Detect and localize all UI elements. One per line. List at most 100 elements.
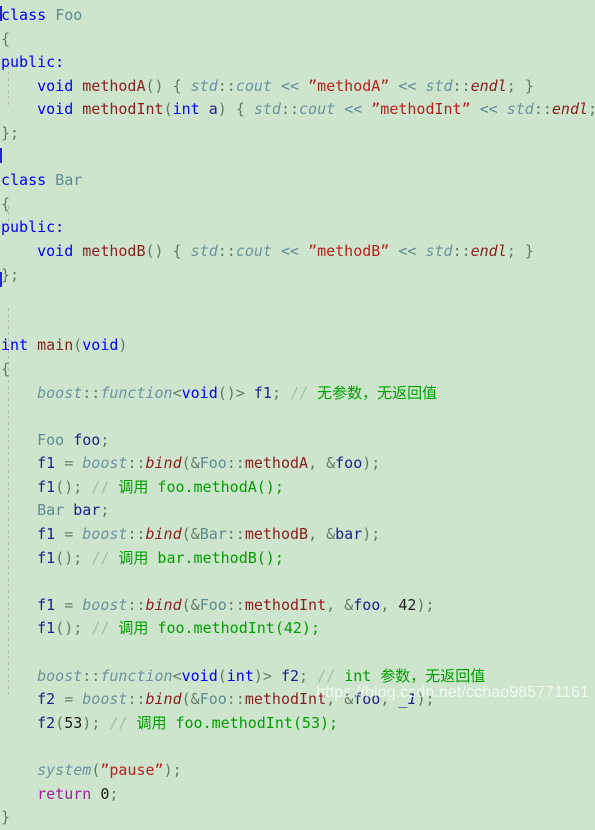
code-line[interactable]: f1 = boost::bind(&Foo::methodA, &foo); bbox=[0, 452, 595, 476]
keyword-return: return bbox=[37, 784, 92, 803]
code-line-blank[interactable] bbox=[0, 641, 595, 665]
shift-operator: << bbox=[344, 100, 363, 119]
code-line-blank[interactable] bbox=[0, 287, 595, 311]
code-line[interactable]: Bar bar; bbox=[0, 499, 595, 523]
function-name: methodA bbox=[82, 76, 146, 95]
namespace-boost: boost bbox=[37, 666, 83, 685]
function-bind: bind bbox=[145, 595, 182, 614]
scope-operator: :: bbox=[226, 525, 245, 544]
keyword-void: void bbox=[82, 336, 119, 355]
comma: , bbox=[326, 690, 336, 709]
scope-operator: :: bbox=[217, 241, 236, 260]
address-of-operator: & bbox=[344, 595, 354, 614]
shift-operator: << bbox=[280, 241, 300, 260]
parens: () bbox=[217, 383, 236, 402]
change-bar-marker bbox=[0, 148, 2, 163]
code-line[interactable]: public: bbox=[0, 216, 595, 240]
code-line[interactable]: system(”pause”); bbox=[0, 759, 595, 783]
paren-open: ( bbox=[91, 761, 101, 779]
comment-text: 调用 foo.methodA(); bbox=[118, 477, 284, 496]
assign-operator: = bbox=[64, 690, 74, 709]
code-line[interactable]: Foo foo; bbox=[0, 429, 595, 453]
comment-slashes: // bbox=[317, 666, 336, 685]
variable-f1: f1 bbox=[37, 477, 56, 496]
code-line-blank[interactable] bbox=[0, 570, 595, 594]
brace-open: { bbox=[1, 29, 11, 48]
code-line[interactable]: { bbox=[0, 28, 595, 52]
address-of-operator: & bbox=[190, 525, 200, 544]
comment-slashes: // bbox=[91, 548, 110, 567]
brace-open: { bbox=[1, 359, 11, 378]
brace-open: { bbox=[172, 241, 182, 260]
semicolon: ; bbox=[73, 477, 83, 496]
bind-placeholder: _1 bbox=[398, 690, 417, 709]
code-line[interactable]: f1(); // 调用 foo.methodInt(42); bbox=[0, 617, 595, 641]
scope-operator: :: bbox=[82, 383, 101, 402]
code-line[interactable]: void methodB() { std::cout << ”methodB” … bbox=[0, 240, 595, 264]
code-line[interactable]: f1(); // 调用 foo.methodA(); bbox=[0, 476, 595, 500]
code-line[interactable]: } bbox=[0, 806, 595, 830]
change-bar-marker bbox=[0, 6, 2, 21]
code-line-blank[interactable] bbox=[0, 405, 595, 429]
namespace-std: std bbox=[425, 241, 453, 260]
code-line[interactable]: class Foo bbox=[0, 4, 595, 28]
code-line[interactable]: boost::function<void(int)> f2; // int 参数… bbox=[0, 665, 595, 689]
type-name-foo: Foo bbox=[37, 430, 65, 449]
code-line[interactable]: void methodA() { std::cout << ”methodA” … bbox=[0, 75, 595, 99]
method-name: methodB bbox=[244, 525, 309, 544]
function-system: system bbox=[37, 761, 92, 779]
shift-operator: << bbox=[479, 100, 498, 119]
semicolon: ; bbox=[100, 501, 110, 520]
code-line-blank[interactable] bbox=[0, 735, 595, 759]
code-line[interactable]: f1 = boost::bind(&Foo::methodInt, &foo, … bbox=[0, 594, 595, 618]
assign-operator: = bbox=[64, 454, 74, 473]
function-bind: bind bbox=[145, 454, 182, 473]
code-line[interactable]: class Bar bbox=[0, 169, 595, 193]
code-line[interactable]: void methodInt(int a) { std::cout << ”me… bbox=[0, 98, 595, 122]
namespace-std: std bbox=[506, 100, 534, 119]
code-line[interactable]: f1(); // 调用 bar.methodB(); bbox=[0, 547, 595, 571]
parens: () bbox=[55, 619, 74, 638]
code-line[interactable]: boost::function<void()> f1; // 无参数，无返回值 bbox=[0, 382, 595, 406]
semicolon: ; bbox=[271, 383, 281, 402]
semicolon: ; bbox=[371, 525, 381, 544]
brace-close: } bbox=[1, 808, 11, 827]
code-line[interactable]: int main(void) bbox=[0, 334, 595, 358]
code-line-blank[interactable] bbox=[0, 146, 595, 170]
code-line[interactable]: }; bbox=[0, 264, 595, 288]
comment-text: int 参数，无返回值 bbox=[344, 666, 486, 685]
number-literal: 0 bbox=[100, 784, 110, 803]
paren-open: ( bbox=[181, 690, 191, 709]
code-line[interactable]: f2(53); // 调用 foo.methodInt(53); bbox=[0, 712, 595, 736]
code-line[interactable]: { bbox=[0, 358, 595, 382]
method-name: methodInt bbox=[244, 690, 327, 709]
namespace-boost: boost bbox=[82, 595, 128, 614]
address-of-operator: & bbox=[190, 595, 200, 614]
member-endl: endl bbox=[551, 100, 589, 119]
semicolon: ; bbox=[506, 241, 516, 260]
parens: () bbox=[55, 548, 74, 567]
function-bind: bind bbox=[145, 690, 182, 709]
type-name-foo: Foo bbox=[199, 454, 227, 473]
code-line[interactable]: f1 = boost::bind(&Bar::methodB, &bar); bbox=[0, 523, 595, 547]
code-line[interactable]: }; bbox=[0, 122, 595, 146]
semicolon: ; bbox=[425, 690, 435, 709]
code-line[interactable]: { bbox=[0, 193, 595, 217]
type-name-foo: Foo bbox=[199, 690, 227, 709]
code-line[interactable]: f2 = boost::bind(&Foo::methodInt, &foo, … bbox=[0, 688, 595, 712]
keyword-void: void bbox=[181, 666, 218, 685]
paren-close: ) bbox=[82, 713, 92, 732]
template-function: function bbox=[100, 383, 173, 402]
semicolon: ; bbox=[73, 548, 83, 567]
comment-slashes: // bbox=[109, 713, 128, 732]
code-editor-surface[interactable]: class Foo { public: void methodA() { std… bbox=[0, 0, 595, 826]
paren-open: ( bbox=[73, 336, 83, 355]
number-literal: 53 bbox=[64, 713, 83, 732]
variable-f1: f1 bbox=[37, 454, 56, 473]
keyword-int: int bbox=[226, 666, 254, 685]
code-line[interactable]: return 0; bbox=[0, 783, 595, 807]
semicolon: ; bbox=[100, 430, 110, 449]
code-line-blank[interactable] bbox=[0, 311, 595, 335]
comment-slashes: // bbox=[290, 383, 309, 402]
code-line[interactable]: public: bbox=[0, 51, 595, 75]
